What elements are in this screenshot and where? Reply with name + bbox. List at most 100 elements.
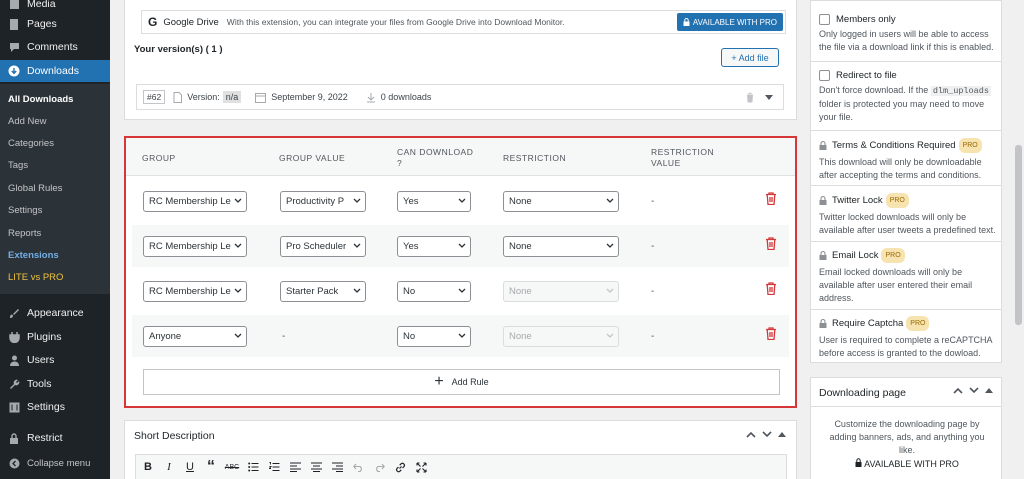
menu-pages[interactable]: Pages (0, 13, 110, 35)
chevron-up-icon[interactable] (953, 387, 963, 394)
collapse-menu[interactable]: Collapse menu (0, 452, 110, 474)
align-center-icon[interactable] (310, 462, 322, 472)
menu-tools[interactable]: Tools (0, 373, 110, 395)
chevron-down-icon (234, 198, 242, 203)
rule-row: RC Membership Le Pro Scheduler Yes None … (132, 225, 789, 267)
group-value-select[interactable]: Starter Pack (280, 281, 366, 302)
group-select[interactable]: RC Membership Le (143, 281, 247, 302)
chevron-down-icon (234, 333, 242, 338)
dlm-uploads-code: dlm_uploads (930, 86, 991, 96)
trash-icon[interactable] (765, 237, 777, 253)
terms-description: This download will only be downloadable … (819, 157, 982, 180)
can-download-select[interactable]: Yes (397, 191, 471, 212)
members-only-checkbox[interactable] (819, 14, 830, 25)
rule-row: Anyone - No None - (132, 315, 789, 357)
pro-badge: PRO (958, 138, 982, 153)
page-scrollbar[interactable] (1013, 0, 1024, 479)
caret-up-icon[interactable] (778, 431, 786, 438)
caret-up-icon[interactable] (985, 387, 993, 394)
restriction-select[interactable]: None (503, 236, 619, 257)
terms-label: Terms & Conditions Required (832, 140, 956, 151)
access-rules-table: GROUP GROUP VALUE CAN DOWNLOAD ? RESTRIC… (124, 136, 797, 408)
group-select[interactable]: Anyone (143, 326, 247, 347)
group-select-value: Anyone (149, 331, 182, 342)
menu-restrict-label: Restrict (27, 432, 63, 444)
bullet-list-icon[interactable] (247, 462, 259, 472)
chevron-down-icon (606, 243, 614, 248)
group-select[interactable]: RC Membership Le (143, 236, 247, 257)
add-file-button[interactable]: + Add file (721, 48, 779, 67)
menu-comments[interactable]: Comments (0, 36, 110, 58)
available-with-pro-button[interactable]: AVAILABLE WITH PRO (676, 13, 783, 31)
trash-icon[interactable] (745, 92, 755, 105)
menu-settings[interactable]: Settings (0, 396, 110, 418)
group-value-select[interactable]: Pro Scheduler (280, 236, 366, 257)
submenu-settings[interactable]: Settings (0, 200, 110, 220)
link-icon[interactable] (394, 462, 406, 473)
can-download-select-value: No (403, 286, 416, 297)
underline-button[interactable]: U (184, 461, 196, 473)
short-description-panel: Short Description B I U “ ABC (124, 420, 797, 479)
restriction-select[interactable]: None (503, 191, 619, 212)
twitter-lock-option: Twitter Lock PRO Twitter locked downloads… (819, 193, 997, 237)
restriction-select-value: None (509, 331, 532, 342)
group-value-select[interactable]: Productivity P (280, 191, 366, 212)
group-value-select-value: Productivity P (286, 196, 345, 207)
menu-appearance[interactable]: Appearance (0, 302, 110, 324)
chevron-down-icon[interactable] (765, 93, 773, 103)
submenu-add-new[interactable]: Add New (0, 111, 110, 131)
submenu-lite-vs-pro[interactable]: LITE vs PRO (0, 267, 110, 287)
chevron-up-icon[interactable] (746, 431, 756, 438)
pro-badge: PRO (881, 248, 905, 263)
submenu-extensions[interactable]: Extensions (0, 245, 110, 265)
restriction-select-value: None (509, 286, 532, 297)
header-can-download: CAN DOWNLOAD ? (397, 147, 474, 168)
chevron-down-icon[interactable] (969, 387, 979, 394)
submenu-global-rules[interactable]: Global Rules (0, 178, 110, 198)
chevron-down-icon[interactable] (762, 431, 772, 438)
redirect-checkbox[interactable] (819, 70, 830, 81)
menu-users[interactable]: Users (0, 349, 110, 371)
users-icon (8, 354, 20, 366)
menu-settings-label: Settings (27, 401, 65, 413)
pro-badge: PRO (885, 193, 909, 208)
submenu-reports[interactable]: Reports (0, 223, 110, 243)
version-row[interactable]: #62 Version: n/a September 9, 2022 0 dow… (136, 84, 784, 110)
submenu-tags[interactable]: Tags (0, 155, 110, 175)
trash-icon[interactable] (765, 327, 777, 343)
add-rule-button[interactable]: + Add Rule (143, 369, 780, 395)
undo-icon[interactable] (352, 463, 364, 472)
short-description-title: Short Description (134, 430, 215, 442)
submenu-all-downloads[interactable]: All Downloads (0, 89, 110, 109)
chevron-down-icon (234, 288, 242, 293)
italic-button[interactable]: I (163, 461, 175, 473)
align-right-icon[interactable] (331, 462, 343, 472)
version-date: September 9, 2022 (271, 92, 348, 102)
downloads-submenu: All Downloads Add New Categories Tags Gl… (0, 84, 110, 294)
trash-icon[interactable] (765, 192, 777, 208)
menu-downloads[interactable]: Downloads (0, 60, 110, 82)
menu-restrict[interactable]: Restrict (0, 427, 110, 449)
fullscreen-icon[interactable] (415, 461, 427, 473)
align-left-icon[interactable] (289, 462, 301, 472)
menu-plugins[interactable]: Plugins (0, 326, 110, 348)
downloading-page-pro[interactable]: AVAILABLE WITH PRO (823, 458, 991, 469)
rule-row: RC Membership Le Productivity P Yes None… (132, 180, 789, 222)
scrollbar-thumb[interactable] (1015, 145, 1022, 325)
wrench-icon (8, 378, 20, 390)
submenu-categories[interactable]: Categories (0, 133, 110, 153)
can-download-select[interactable]: Yes (397, 236, 471, 257)
paintbrush-icon (8, 307, 20, 319)
blockquote-button[interactable]: “ (205, 458, 217, 476)
menu-media-label: Media (27, 0, 56, 10)
can-download-select[interactable]: No (397, 281, 471, 302)
bold-button[interactable]: B (142, 461, 154, 473)
can-download-select[interactable]: No (397, 326, 471, 347)
trash-icon[interactable] (765, 282, 777, 298)
redo-icon[interactable] (373, 463, 385, 472)
settings-icon (8, 401, 20, 413)
group-select[interactable]: RC Membership Le (143, 191, 247, 212)
chevron-down-icon (458, 243, 466, 248)
strikethrough-button[interactable]: ABC (225, 464, 239, 471)
numbered-list-icon[interactable] (268, 462, 280, 472)
